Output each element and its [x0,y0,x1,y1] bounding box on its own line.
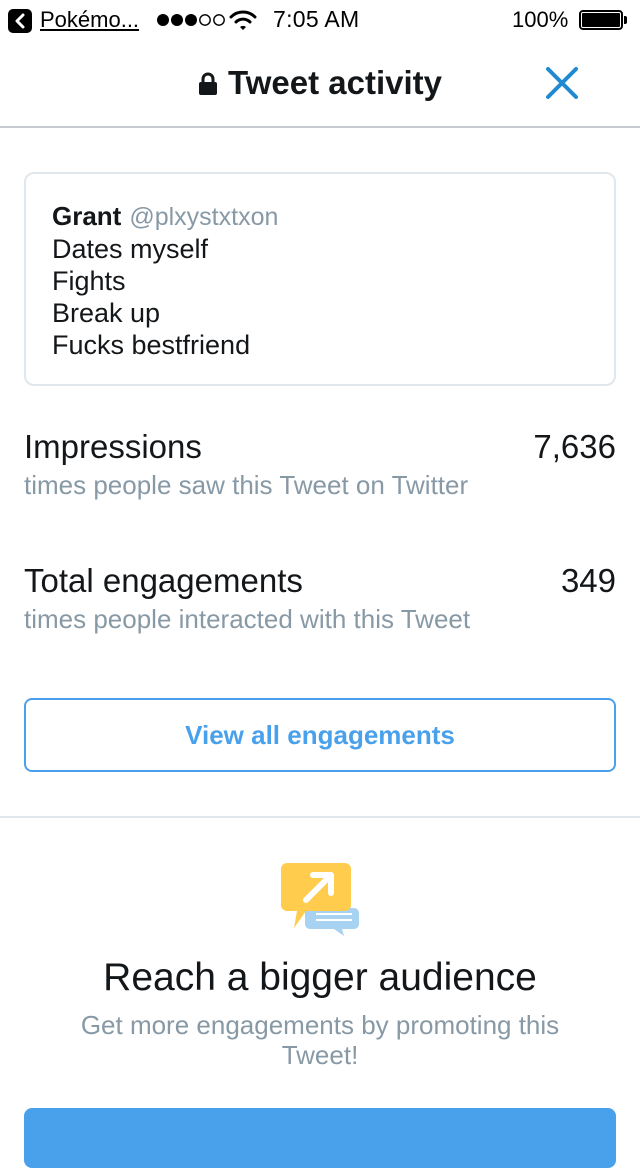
tweet-author-handle: @plxystxtxon [129,203,279,231]
engagements-metric: Total engagements 349 times people inter… [24,562,616,642]
engagements-label: Total engagements [24,562,303,599]
tweet-card[interactable]: Grant @plxystxtxon Dates myself Fights Br… [24,172,616,386]
status-time: 7:05 AM [273,6,360,32]
engagements-description: times people interacted with this Tweet [24,604,471,634]
impressions-description: times people saw this Tweet on Twitter [24,470,469,500]
close-icon[interactable] [543,64,581,102]
back-arrow-icon[interactable] [8,9,32,33]
tweet-author-name: Grant [52,201,122,231]
promo-subtitle: Get more engagements by promoting this T… [80,1010,560,1070]
battery-percent: 100% [512,7,569,32]
promo-title: Reach a bigger audience [103,956,537,999]
impressions-value: 7,636 [533,428,616,465]
status-bar: Pokémo... 7:05 AM 100% [0,0,640,40]
engagements-value: 349 [560,562,616,599]
tweet-text-line: Dates myself [52,234,209,264]
tweet-text-line: Fucks bestfriend [52,330,251,360]
battery-icon [579,10,627,30]
promote-tweet-button[interactable] [24,1108,616,1168]
lock-icon [199,72,218,95]
page-title-text: Tweet activity [228,64,442,101]
impressions-label: Impressions [24,428,202,465]
tweet-text-line: Break up [52,298,161,328]
tweet-text-line: Fights [52,266,126,296]
navigation-bar: Tweet activity [0,40,640,128]
view-all-engagements-button[interactable]: View all engagements [24,698,616,772]
impressions-metric: Impressions 7,636 times people saw this … [24,428,616,508]
section-divider [0,816,640,818]
signal-strength-icon [157,14,225,26]
back-to-app-link[interactable]: Pokémo... [40,7,139,33]
promote-speech-bubbles-icon [281,863,359,936]
wifi-icon [229,10,257,30]
tweet-header: Grant @plxystxtxon [52,200,588,233]
